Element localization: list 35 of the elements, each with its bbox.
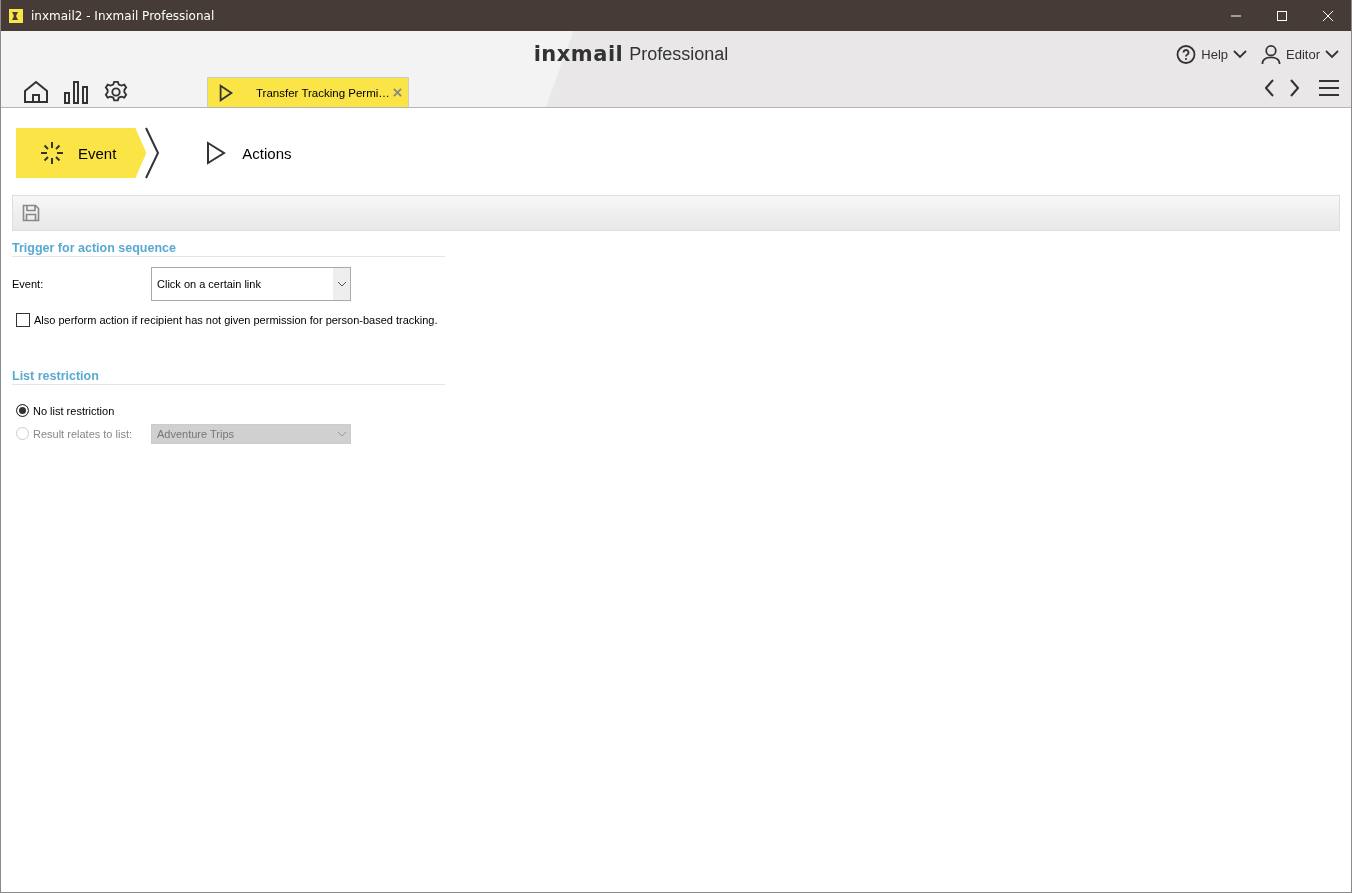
bar-chart-icon[interactable] (63, 80, 89, 104)
section-heading: Trigger for action sequence (12, 231, 445, 257)
save-icon[interactable] (22, 204, 40, 222)
menu-icon[interactable] (1319, 80, 1339, 96)
event-dropdown[interactable]: Click on a certain link (151, 267, 351, 301)
radio-button[interactable] (16, 404, 29, 417)
radio-label: No list restriction (33, 404, 115, 417)
field-label: Event: (12, 278, 45, 290)
play-icon (218, 83, 234, 102)
document-tab[interactable]: Transfer Tracking Permi… (207, 77, 409, 107)
close-icon[interactable] (392, 88, 402, 97)
wizard-step[interactable]: Event (16, 128, 147, 178)
settings-icon[interactable] (103, 80, 129, 104)
checkbox-label: Also perform action if recipient has not given permission for person-based tracking. (34, 314, 438, 326)
chevron-down-icon (336, 430, 347, 437)
help-icon (1176, 43, 1197, 65)
forward-icon[interactable] (1289, 79, 1299, 97)
window-title: inxmail2 - Inxmail Professional (31, 8, 215, 23)
radio-label: Result relates to list: (33, 427, 133, 440)
help-menu[interactable]: Help (1176, 43, 1248, 65)
home-icon[interactable] (23, 80, 49, 104)
back-icon[interactable] (1265, 79, 1275, 97)
burst-icon (40, 141, 64, 165)
checkbox[interactable] (16, 313, 30, 327)
logo-suffix: Professional (629, 43, 729, 65)
app-logo-icon (9, 8, 23, 23)
section-heading: List restriction (12, 359, 445, 385)
chevron-down-icon (336, 281, 347, 287)
logo-wordmark: inxmail (533, 42, 624, 66)
user-menu[interactable]: Editor (1261, 43, 1339, 65)
chevron-down-icon (1233, 49, 1248, 59)
user-icon (1261, 43, 1282, 65)
chevron-down-icon (1325, 49, 1339, 59)
step-separator-icon (144, 127, 161, 179)
wizard-step[interactable]: Actions (180, 128, 322, 178)
